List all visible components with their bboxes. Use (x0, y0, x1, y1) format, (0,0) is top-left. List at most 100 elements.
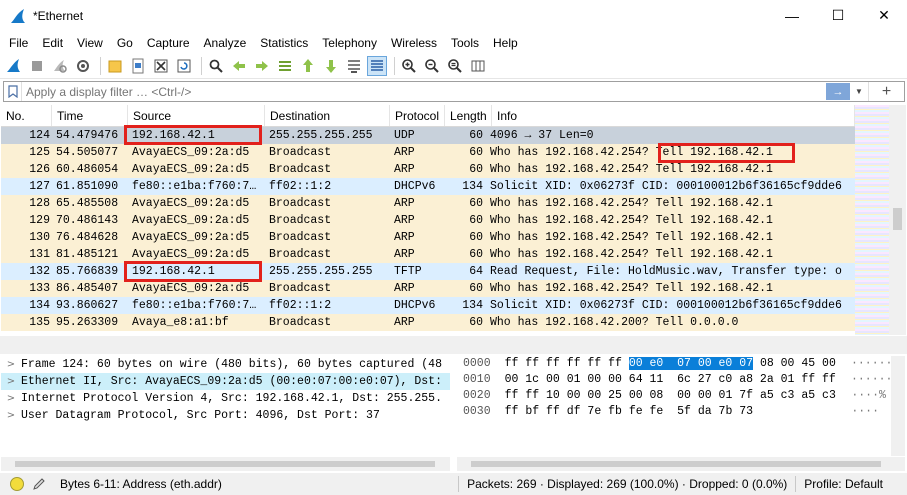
details-horizontal-scrollbar[interactable] (1, 457, 450, 471)
bytes-horizontal-scrollbar[interactable] (457, 457, 905, 471)
bytes-vertical-scrollbar[interactable] (891, 356, 905, 456)
packet-row[interactable]: 126 60.486054 AvayaECS_09:2a:d5 Broadcast AR… (1, 161, 855, 178)
save-file-button[interactable] (128, 56, 148, 76)
toolbar-separator (100, 57, 101, 75)
open-file-button[interactable] (105, 56, 125, 76)
scrollbar-thumb[interactable] (471, 461, 881, 467)
zoom-out-button[interactable] (422, 56, 442, 76)
arrow-up-icon (303, 59, 313, 72)
resize-columns-button[interactable] (468, 56, 488, 76)
cell-info: Who has 192.168.42.254? Tell 192.168.42.… (490, 231, 773, 244)
menu-tools[interactable]: Tools (444, 36, 486, 50)
column-header-source[interactable]: Source (128, 105, 265, 126)
colorize-button[interactable] (367, 56, 387, 76)
cell-destination: Broadcast (269, 248, 332, 261)
minimize-button[interactable]: — (769, 0, 815, 31)
scrollbar-thumb[interactable] (15, 461, 435, 467)
bytes-hex: ff ff ff ff ff ff 00 e0 07 00 e0 07 08 0… (505, 356, 851, 372)
autoscroll-button[interactable] (344, 56, 364, 76)
display-filter-input[interactable] (22, 82, 826, 101)
cell-destination: Broadcast (269, 282, 332, 295)
menu-edit[interactable]: Edit (35, 36, 70, 50)
edit-comment-icon[interactable] (32, 477, 46, 491)
detail-row-udp[interactable]: > User Datagram Protocol, Src Port: 4096,… (1, 407, 450, 424)
display-filter-bar: → ▼ + (3, 81, 905, 102)
go-forward-button[interactable] (252, 56, 272, 76)
packet-row[interactable]: 129 70.486143 AvayaECS_09:2a:d5 Broadcast AR… (1, 212, 855, 229)
highlight-box-info-125 (658, 143, 795, 163)
expert-info-icon[interactable] (10, 477, 24, 491)
column-header-time[interactable]: Time (52, 105, 128, 126)
menu-file[interactable]: File (2, 36, 35, 50)
apply-filter-button[interactable]: → (826, 83, 850, 100)
menu-analyze[interactable]: Analyze (197, 36, 254, 50)
menu-go[interactable]: Go (110, 36, 140, 50)
menu-statistics[interactable]: Statistics (253, 36, 315, 50)
cell-no: 133 (29, 282, 50, 295)
stop-capture-button[interactable] (27, 56, 47, 76)
status-profile[interactable]: Profile: Default (804, 477, 883, 491)
toolbar-separator (394, 57, 395, 75)
column-header-info[interactable]: Info (492, 105, 855, 126)
zoom-normal-button[interactable] (445, 56, 465, 76)
zoom-in-button[interactable] (399, 56, 419, 76)
detail-row-ip[interactable]: > Internet Protocol Version 4, Src: 192.1… (1, 390, 450, 407)
close-button[interactable]: ✕ (861, 0, 907, 31)
column-header-protocol[interactable]: Protocol (390, 105, 445, 126)
hex-text: ff ff ff ff ff ff (504, 357, 629, 370)
menu-view[interactable]: View (70, 36, 110, 50)
packet-row[interactable]: 135 95.263309 Avaya_e8:a1:bf Broadcast ARP 60… (1, 314, 855, 331)
detail-row-frame[interactable]: > Frame 124: 60 bytes on wire (480 bits),… (1, 356, 450, 373)
packet-row[interactable]: 134 93.860627 fe80::e1ba:f760:7… ff02::1:2 D… (1, 297, 855, 314)
close-file-button[interactable] (151, 56, 171, 76)
bytes-row[interactable]: 0000 ff ff ff ff ff ff 00 e0 07 00 e0 07 … (457, 356, 891, 372)
last-packet-button[interactable] (321, 56, 341, 76)
menu-telephony[interactable]: Telephony (315, 36, 384, 50)
bytes-offset: 0030 (463, 405, 491, 418)
bytes-hex: ff ff 10 00 00 25 00 08 00 00 01 7f a5 c… (504, 389, 836, 402)
packet-minimap[interactable] (855, 105, 889, 335)
expand-arrow-icon[interactable]: > (1, 407, 21, 424)
start-capture-button[interactable] (4, 56, 24, 76)
bytes-row[interactable]: 0010 00 1c 00 01 00 00 64 11 6c 27 c0 a8 … (457, 372, 891, 388)
cell-info: Who has 192.168.42.254? Tell 192.168.42.… (490, 214, 773, 227)
detail-row-ethernet[interactable]: > Ethernet II, Src: AvayaECS_09:2a:d5 (00… (1, 373, 450, 390)
cell-info: 4096 → 37 Len=0 (490, 129, 594, 142)
reload-file-button[interactable] (174, 56, 194, 76)
expand-arrow-icon[interactable]: > (1, 356, 21, 373)
menu-wireless[interactable]: Wireless (384, 36, 444, 50)
filter-history-dropdown[interactable]: ▼ (852, 87, 866, 96)
packet-row[interactable]: 127 61.851090 fe80::e1ba:f760:7… ff02::1:2 D… (1, 178, 855, 195)
packet-row[interactable]: 128 65.485508 AvayaECS_09:2a:d5 Broadcast AR… (1, 195, 855, 212)
scrollbar-thumb[interactable] (893, 208, 902, 230)
menu-help[interactable]: Help (486, 36, 525, 50)
find-packet-button[interactable] (206, 56, 226, 76)
restart-capture-button[interactable] (50, 56, 70, 76)
cell-info: Who has 192.168.42.254? Tell 192.168.42.… (490, 248, 773, 261)
packet-row[interactable]: 130 76.484628 AvayaECS_09:2a:d5 Broadcast AR… (1, 229, 855, 246)
search-icon (209, 59, 223, 73)
packet-list-scrollbar[interactable] (889, 105, 906, 335)
column-header-length[interactable]: Length (445, 105, 492, 126)
maximize-button[interactable]: ☐ (815, 0, 861, 31)
expand-arrow-icon[interactable]: > (1, 390, 21, 407)
bytes-row[interactable]: 0020 ff ff 10 00 00 25 00 08 00 00 01 7f … (457, 388, 891, 404)
go-back-button[interactable] (229, 56, 249, 76)
cell-destination: 255.255.255.255 (269, 265, 373, 278)
column-header-no[interactable]: No. (1, 105, 52, 126)
bytes-row[interactable]: 0030 ff bf ff df 7e fb fe fe 5f da 7b 73 ·… (457, 404, 891, 420)
packet-row[interactable]: 133 86.485407 AvayaECS_09:2a:d5 Broadcast AR… (1, 280, 855, 297)
first-packet-button[interactable] (298, 56, 318, 76)
cell-no: 129 (29, 214, 50, 227)
capture-options-button[interactable] (73, 56, 93, 76)
cell-protocol: ARP (394, 316, 415, 329)
add-filter-button[interactable]: + (868, 82, 904, 101)
column-header-destination[interactable]: Destination (265, 105, 390, 126)
filter-bookmark-button[interactable] (4, 82, 22, 101)
cell-no: 130 (29, 231, 50, 244)
expand-arrow-icon[interactable]: > (1, 373, 21, 390)
menu-capture[interactable]: Capture (140, 36, 197, 50)
gear-icon (77, 60, 89, 72)
go-to-packet-button[interactable] (275, 56, 295, 76)
pane-splitter[interactable] (0, 336, 907, 354)
